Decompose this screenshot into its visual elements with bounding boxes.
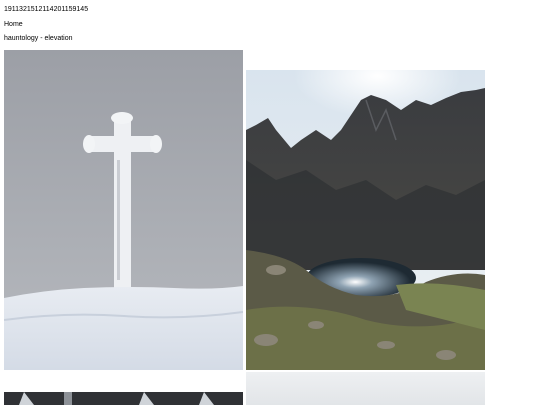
photo-summit-cross[interactable]	[4, 50, 243, 370]
photo-overcast-sky[interactable]	[246, 372, 485, 405]
post-id-text: 1911321512114201159145	[4, 6, 89, 13]
home-link[interactable]: Home	[4, 20, 23, 29]
tag-link[interactable]: hauntology - elevation	[4, 34, 73, 43]
photo-mountain-lake[interactable]	[246, 70, 485, 370]
photo-dark-ridge[interactable]	[4, 392, 243, 405]
